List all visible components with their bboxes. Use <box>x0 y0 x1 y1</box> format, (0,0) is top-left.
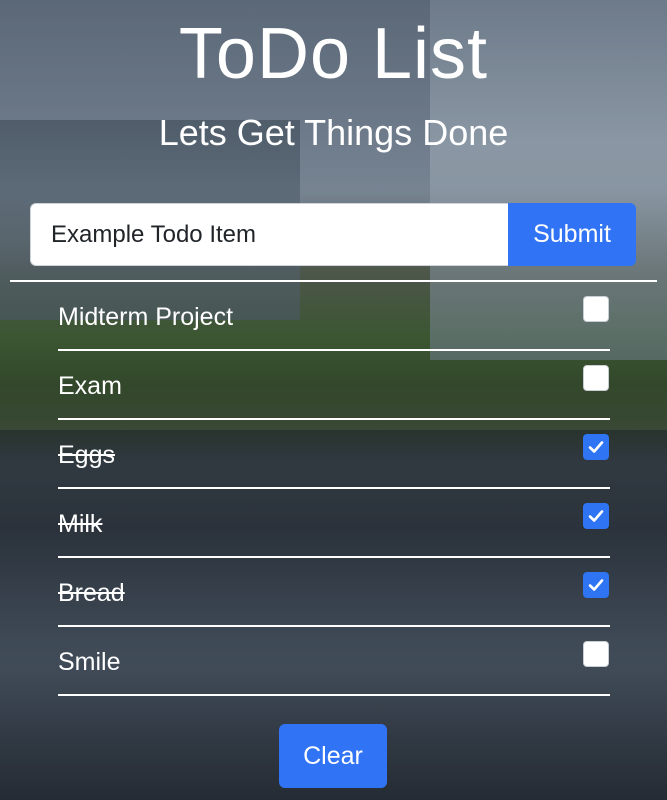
todo-item-label: Midterm Project <box>58 303 234 331</box>
page-title: ToDo List <box>178 14 489 94</box>
todo-item: Milk <box>58 489 610 558</box>
check-icon <box>588 579 604 591</box>
todo-item: Smile <box>58 627 610 696</box>
submit-button[interactable]: Submit <box>508 203 636 266</box>
todo-checkbox[interactable] <box>583 641 609 667</box>
todo-item: Exam <box>58 351 610 420</box>
todo-item: Midterm Project <box>58 282 610 351</box>
todo-input[interactable] <box>30 203 508 266</box>
clear-button[interactable]: Clear <box>279 724 387 788</box>
todo-item-label: Milk <box>58 510 103 538</box>
todo-form: Submit <box>30 203 636 266</box>
todo-checkbox[interactable] <box>583 434 609 460</box>
todo-checkbox[interactable] <box>583 503 609 529</box>
todo-item-label: Smile <box>58 648 121 676</box>
todo-item-label: Bread <box>58 579 125 607</box>
todo-item-label: Exam <box>58 372 122 400</box>
page-subtitle: Lets Get Things Done <box>158 112 509 153</box>
todo-checkbox[interactable] <box>583 365 609 391</box>
todo-checkbox[interactable] <box>583 296 609 322</box>
todo-item: Eggs <box>58 420 610 489</box>
check-icon <box>588 510 604 522</box>
app-container: ToDo List Lets Get Things Done Submit Mi… <box>0 0 667 800</box>
todo-item: Bread <box>58 558 610 627</box>
check-icon <box>588 441 604 453</box>
todo-list: Midterm Project Exam Eggs Milk Bread Smi… <box>58 282 610 696</box>
todo-item-label: Eggs <box>58 441 115 469</box>
todo-checkbox[interactable] <box>583 572 609 598</box>
